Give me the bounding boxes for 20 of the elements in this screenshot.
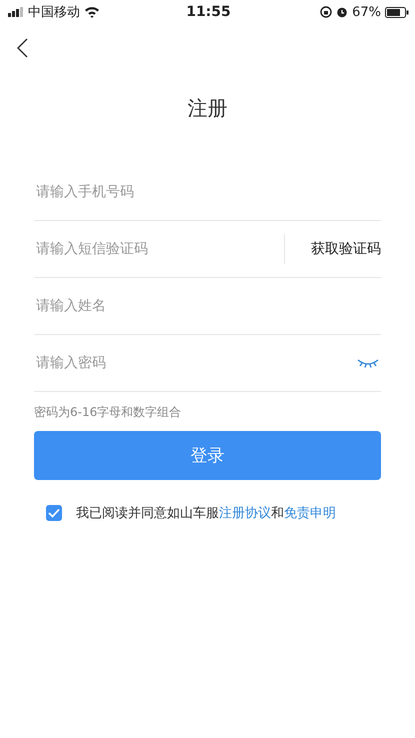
input-field[interactable]: 请输入密码	[34, 348, 355, 378]
agreement-text: 我已阅读并同意如山车服注册协议和免责申明	[76, 505, 336, 522]
get-code-button[interactable]: 获取验证码	[285, 236, 381, 262]
status-time: 11:55	[186, 4, 231, 20]
carrier-name: 中国移动	[28, 4, 80, 21]
agreement-checkbox[interactable]	[46, 505, 62, 521]
input-field[interactable]: 请输入姓名	[34, 291, 381, 321]
battery-icon	[384, 6, 409, 18]
login-button[interactable]: 登录	[34, 431, 381, 480]
wifi-icon	[84, 6, 100, 18]
page-title: 注册	[186, 95, 228, 122]
password-hint: 密码为6-16字母和数字组合	[34, 404, 182, 421]
input-field[interactable]: 请输入短信验证码	[34, 234, 284, 264]
rotation-lock-icon	[320, 6, 332, 18]
signal-icon	[8, 7, 24, 17]
alarm-icon	[336, 6, 348, 18]
agreement-link[interactable]: 免责申明	[284, 506, 336, 521]
battery-percent: 67%	[352, 4, 381, 20]
agreement-link[interactable]: 注册协议	[219, 506, 271, 521]
input-field[interactable]: 请输入手机号码	[34, 177, 381, 207]
